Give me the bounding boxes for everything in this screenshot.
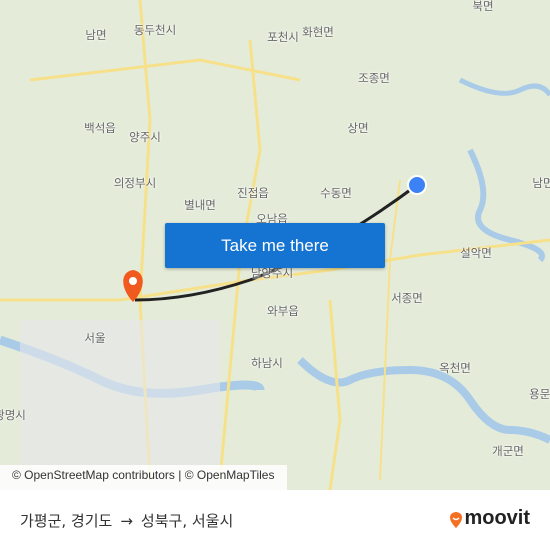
map-label: 조종면 [358,71,390,85]
route-title: 가평군, 경기도 → 성북구, 서울시 [20,510,233,531]
map[interactable]: 북면 남면 동두천시 포천시 화현면 조종면 백석읍 양주시 상면 의정부시 진… [0,0,550,490]
map-label: 광명시 [0,408,26,422]
map-label: 개군면 [492,444,524,458]
map-label: 양주시 [129,130,161,144]
take-me-there-button[interactable]: Take me there [165,223,385,268]
footer: 가평군, 경기도 → 성북구, 서울시 moovit [0,490,550,550]
map-label: 백석읍 [84,121,116,135]
map-label: 의정부시 [113,176,157,190]
map-label: 와부읍 [267,304,299,318]
map-label: 남면 [85,28,107,42]
map-label: 옥천면 [439,361,471,375]
map-label: 포천시 [267,30,299,44]
map-label: 설악면 [460,246,492,260]
map-label: 수동면 [320,186,352,200]
map-label: 서울 [84,331,106,345]
map-label: 용문면 [529,387,550,401]
moovit-pin-icon [450,511,463,528]
map-label: 화현면 [302,25,334,39]
map-label: 진접읍 [237,186,269,200]
map-label: 북면 [472,0,494,13]
map-label: 하남시 [251,356,283,370]
brand-name: moovit [464,507,530,529]
map-label: 남면 [532,176,550,190]
map-label: 동두천시 [133,23,177,37]
map-label: 상면 [347,121,369,135]
origin-name: 가평군, 경기도 [20,512,113,530]
map-label: 별내면 [184,198,216,212]
map-attribution[interactable]: © OpenStreetMap contributors | © OpenMap… [0,465,287,490]
arrow-right-icon: → [120,511,133,530]
destination-name: 성북구, 서울시 [140,512,234,530]
origin-marker [407,175,427,195]
map-label: 서종면 [391,291,423,305]
moovit-logo: moovit [448,507,530,530]
